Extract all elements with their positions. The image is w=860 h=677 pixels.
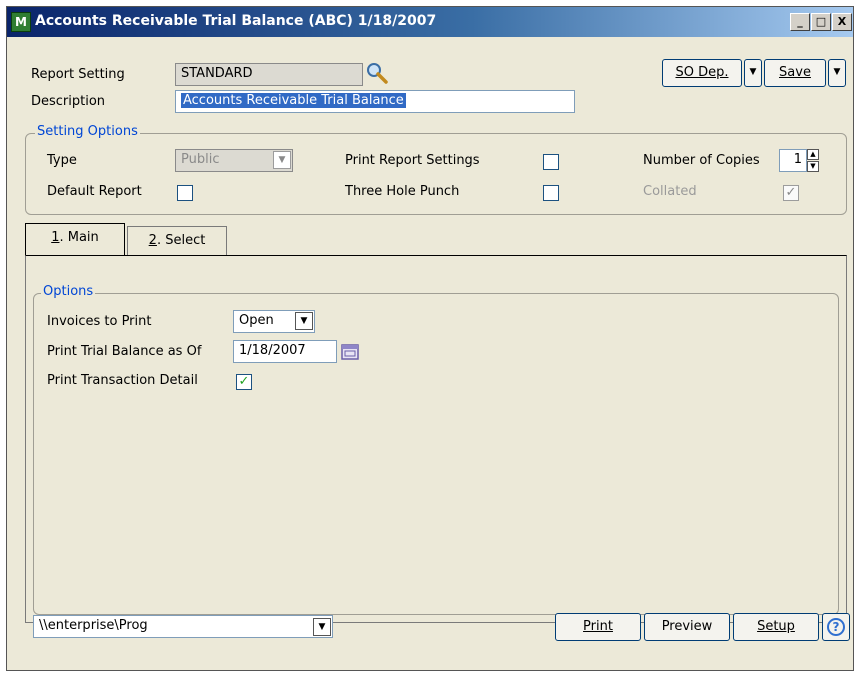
options-group xyxy=(33,293,839,615)
window-title: Accounts Receivable Trial Balance (ABC) … xyxy=(35,13,437,29)
printer-value: \\enterprise\Prog xyxy=(39,618,148,633)
number-of-copies-value: 1 xyxy=(793,152,802,167)
setup-button[interactable]: Setup xyxy=(733,613,819,641)
three-hole-punch-checkbox[interactable] xyxy=(543,185,559,201)
save-dropdown-button[interactable]: ▼ xyxy=(828,59,846,87)
so-dep-label: SO Dep. xyxy=(675,65,729,80)
preview-label: Preview xyxy=(661,619,713,634)
maximize-button[interactable]: □ xyxy=(811,13,831,31)
calendar-icon[interactable] xyxy=(340,341,360,361)
check-icon: ✓ xyxy=(238,374,250,389)
setting-options-title: Setting Options xyxy=(35,124,140,139)
tab-select[interactable]: 2. Select xyxy=(127,226,227,256)
save-button[interactable]: Save xyxy=(764,59,826,87)
tab-select-label: . Select xyxy=(156,233,206,248)
options-title: Options xyxy=(41,284,96,299)
app-icon: M xyxy=(11,12,31,32)
printer-select[interactable]: \\enterprise\Prog xyxy=(33,615,333,638)
report-setting-field[interactable]: STANDARD xyxy=(175,63,363,86)
trial-balance-date-value: 1/18/2007 xyxy=(239,343,306,358)
chevron-down-icon: ▼ xyxy=(278,155,286,165)
collated-checkbox[interactable]: ✓ xyxy=(783,185,799,201)
setting-options-group xyxy=(25,133,847,215)
description-value: Accounts Receivable Trial Balance xyxy=(181,93,406,108)
spin-up-icon[interactable]: ▲ xyxy=(807,149,819,160)
print-report-settings-label: Print Report Settings xyxy=(345,153,480,168)
description-field[interactable]: Accounts Receivable Trial Balance xyxy=(175,90,575,113)
collated-label: Collated xyxy=(643,184,697,199)
description-label: Description xyxy=(31,94,106,109)
preview-button[interactable]: Preview xyxy=(644,613,730,641)
so-dep-dropdown-button[interactable]: ▼ xyxy=(744,59,762,87)
save-label: Save xyxy=(779,65,811,80)
trial-balance-date-input[interactable]: 1/18/2007 xyxy=(233,340,337,363)
report-setting-label: Report Setting xyxy=(31,67,125,82)
invoices-to-print-label: Invoices to Print xyxy=(47,314,152,329)
type-value: Public xyxy=(181,152,220,167)
chevron-down-icon: ▼ xyxy=(749,67,757,77)
report-window: M Accounts Receivable Trial Balance (ABC… xyxy=(6,6,854,671)
tab-select-key: 2 xyxy=(148,233,157,248)
copies-spinner[interactable]: ▲ ▼ xyxy=(807,149,819,172)
type-label: Type xyxy=(47,153,77,168)
tab-main-label: . Main xyxy=(59,230,99,245)
minimize-button[interactable]: _ xyxy=(790,13,810,31)
search-icon[interactable] xyxy=(365,61,389,85)
check-icon: ✓ xyxy=(785,185,797,200)
chevron-down-icon: ▼ xyxy=(318,622,326,632)
default-report-label: Default Report xyxy=(47,184,142,199)
setup-label: Setup xyxy=(757,619,795,634)
print-label: Print xyxy=(583,619,613,634)
so-dep-button[interactable]: SO Dep. xyxy=(662,59,742,87)
chevron-down-icon: ▼ xyxy=(300,316,308,326)
title-bar[interactable]: M Accounts Receivable Trial Balance (ABC… xyxy=(7,7,853,37)
invoices-dropdown-button[interactable]: ▼ xyxy=(295,312,313,330)
type-dropdown-button[interactable]: ▼ xyxy=(273,151,291,169)
spin-down-icon[interactable]: ▼ xyxy=(807,161,819,172)
print-button[interactable]: Print xyxy=(555,613,641,641)
three-hole-punch-label: Three Hole Punch xyxy=(345,184,460,199)
chevron-down-icon: ▼ xyxy=(833,67,841,77)
default-report-checkbox[interactable] xyxy=(177,185,193,201)
invoices-to-print-value: Open xyxy=(239,313,274,328)
print-report-settings-checkbox[interactable] xyxy=(543,154,559,170)
number-of-copies-input[interactable]: 1 xyxy=(779,149,807,172)
printer-dropdown-button[interactable]: ▼ xyxy=(313,618,331,636)
tab-main[interactable]: 1. Main xyxy=(25,223,125,256)
help-icon: ? xyxy=(827,618,845,636)
help-button[interactable]: ? xyxy=(822,613,850,641)
close-button[interactable]: X xyxy=(832,13,852,31)
print-transaction-detail-checkbox[interactable]: ✓ xyxy=(236,374,252,390)
print-transaction-detail-label: Print Transaction Detail xyxy=(47,373,198,388)
print-trial-balance-label: Print Trial Balance as Of xyxy=(47,344,202,359)
number-of-copies-label: Number of Copies xyxy=(643,153,760,168)
